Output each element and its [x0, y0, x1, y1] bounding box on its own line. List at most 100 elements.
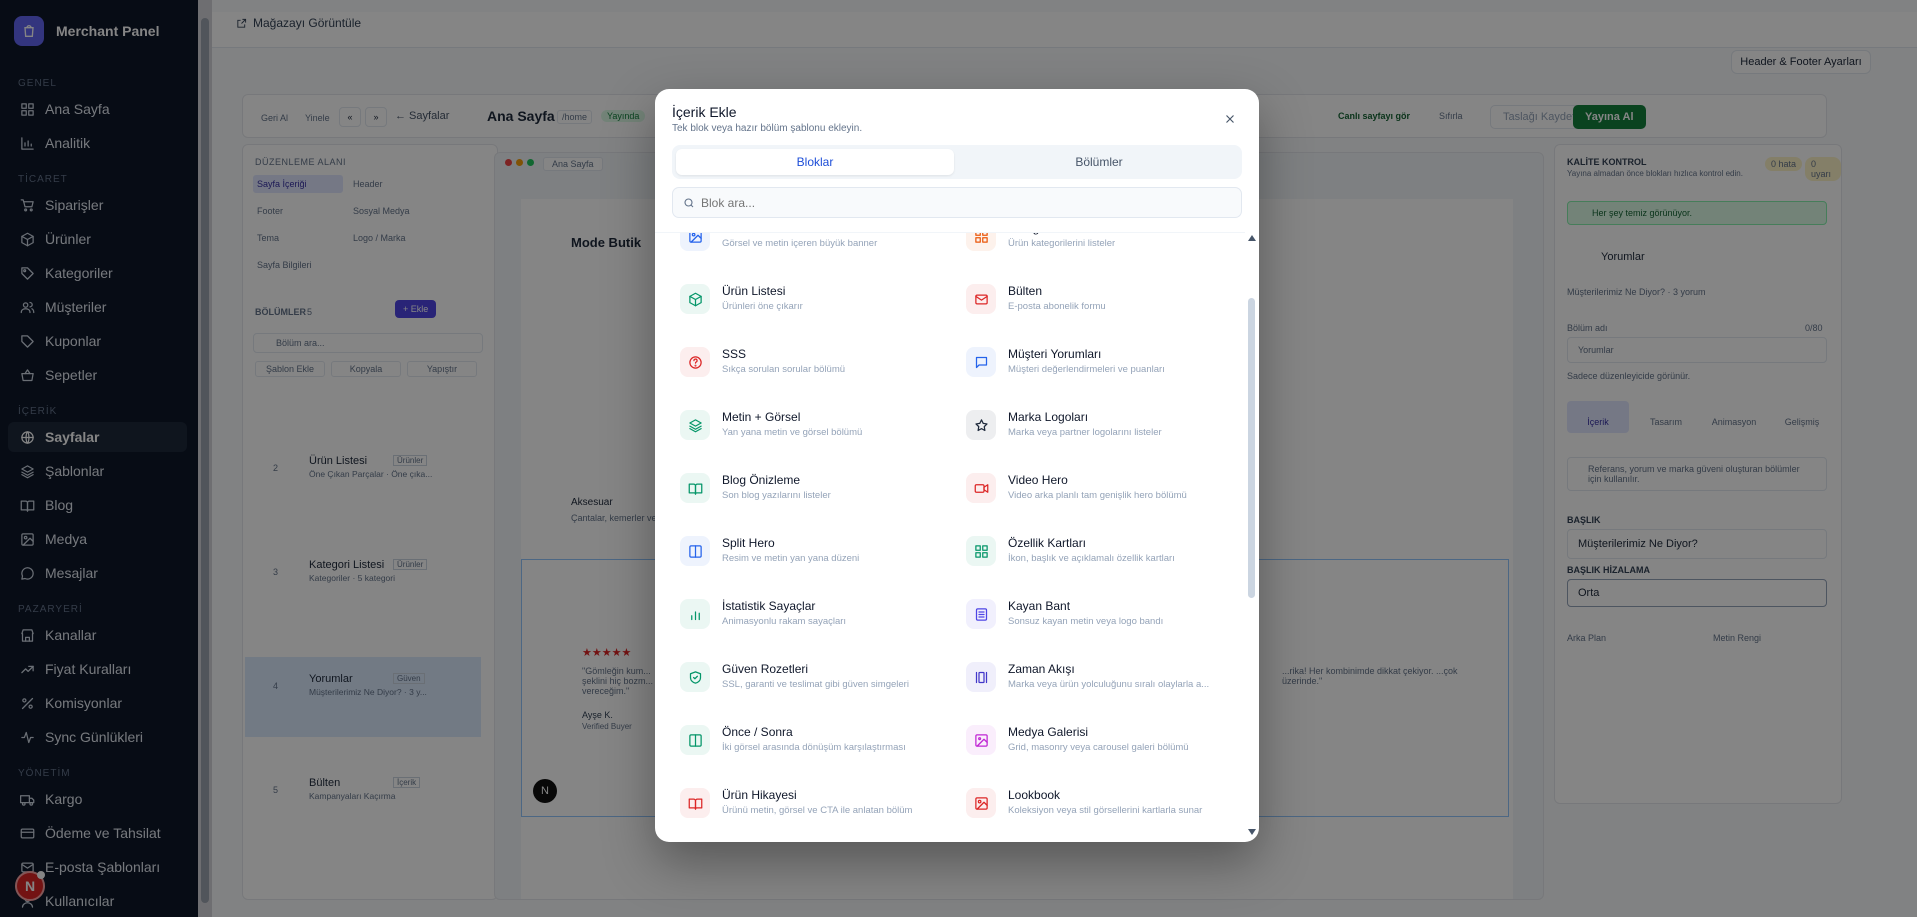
block-title: İstatistik Sayaçlar	[722, 599, 816, 613]
block-icon-box	[966, 536, 996, 566]
block-text: SSS Sıkça sorulan sorular bölümü	[722, 345, 937, 375]
block-desc: Grid, masonry veya carousel galeri bölüm…	[1008, 742, 1189, 753]
modal-title: İçerik Ekle	[672, 104, 737, 120]
block-title: SSS	[722, 347, 747, 361]
block-desc: İkon, başlık ve açıklamalı özellik kartl…	[1008, 553, 1175, 564]
block-desc: Ürün kategorilerini listeler	[1008, 238, 1116, 249]
scroll-up-icon[interactable]	[1248, 235, 1256, 241]
block-title: Kayan Bant	[1008, 599, 1071, 613]
split-icon	[688, 733, 702, 747]
block-item-split-hero[interactable]: Split Hero Resim ve metin yan yana düzeni	[672, 534, 942, 584]
block-item-marka-logolar[interactable]: Marka Logoları Marka veya partner logolar…	[958, 408, 1228, 458]
block-item-kategori-listesi[interactable]: Kategori Listesi Ürün kategorilerini list…	[958, 233, 1228, 269]
block-text: Kategori Listesi Ürün kategorilerini list…	[1008, 233, 1223, 249]
close-icon[interactable]	[1223, 112, 1237, 126]
star-icon	[974, 418, 988, 431]
block-icon-box	[680, 536, 710, 566]
grid-icon	[974, 233, 988, 243]
block-text: Önce / Sonra İki görsel arasında dönüşüm …	[722, 723, 937, 753]
tab-sections-label: Bölümler	[1075, 155, 1123, 169]
block-search	[672, 187, 1242, 218]
block-text: Zaman Akışı Marka veya ürün yolculuğunu s…	[1008, 660, 1223, 690]
block-icon-box	[966, 788, 996, 818]
block-icon-box	[966, 599, 996, 629]
video-icon	[974, 483, 988, 493]
block-item-r-n-listesi[interactable]: Ürün Listesi Ürünleri öne çıkarır	[672, 282, 942, 332]
help-icon	[688, 355, 702, 369]
block-icon-box	[680, 347, 710, 377]
block-item-r-n-hikayesi[interactable]: Ürün Hikayesi Ürünü metin, görsel ve CTA …	[672, 786, 942, 836]
timeline-icon	[975, 671, 987, 683]
block-icon-box	[680, 788, 710, 818]
block-item-banner[interactable]: Banner Görsel ve metin içeren büyük banne…	[672, 233, 942, 269]
modal-subtitle: Tek blok veya hazır bölüm şablonu ekleyi…	[672, 123, 863, 134]
block-title: Blog Önizleme	[722, 473, 801, 487]
comment-icon	[975, 356, 987, 368]
block-desc: Ürünü metin, görsel ve CTA ile anlatan b…	[722, 805, 913, 816]
block-item-metin-g-rsel[interactable]: Metin + Görsel Yan yana metin ve görsel b…	[672, 408, 942, 458]
block-desc: SSL, garanti ve teslimat gibi güven simg…	[722, 679, 909, 690]
block-item-video-hero[interactable]: Video Hero Video arka planlı tam genişlik…	[958, 471, 1228, 521]
block-icon-box	[966, 473, 996, 503]
block-item-zaman-ak[interactable]: Zaman Akışı Marka veya ürün yolculuğunu s…	[958, 660, 1228, 710]
block-icon-box	[966, 725, 996, 755]
block-text: İstatistik Sayaçlar Animasyonlu rakam say…	[722, 597, 937, 627]
grid-icon	[974, 544, 988, 558]
block-desc: Son blog yazılarını listeler	[722, 490, 831, 501]
split-icon	[688, 544, 702, 558]
block-text: Ürün Hikayesi Ürünü metin, görsel ve CTA …	[722, 786, 937, 816]
block-title: Bülten	[1008, 284, 1043, 298]
block-icon-box	[680, 599, 710, 629]
block-item-sss[interactable]: SSS Sıkça sorulan sorular bölümü	[672, 345, 942, 395]
block-text: Bülten E-posta abonelik formu	[1008, 282, 1223, 312]
block-text: Güven Rozetleri SSL, garanti ve teslimat …	[722, 660, 937, 690]
block-icon-box	[966, 410, 996, 440]
block-item-kayan-bant[interactable]: Kayan Bant Sonsuz kayan metin veya logo b…	[958, 597, 1228, 647]
book-icon	[688, 798, 702, 810]
block-text: Müşteri Yorumları Müşteri değerlendirmele…	[1008, 345, 1223, 375]
block-search-input[interactable]	[701, 195, 1221, 210]
block-text: Banner Görsel ve metin içeren büyük banne…	[722, 233, 937, 249]
block-desc: Marka veya partner logolarını listeler	[1008, 427, 1162, 438]
bars-icon	[690, 610, 700, 620]
block-desc: Resim ve metin yan yana düzeni	[722, 553, 860, 564]
block-desc: Video arka planlı tam genişlik hero bölü…	[1008, 490, 1187, 501]
block-desc: Marka veya ürün yolculuğunu sıralı olayl…	[1008, 679, 1210, 690]
scroll-down-icon[interactable]	[1248, 829, 1256, 835]
block-text: Özellik Kartları İkon, başlık ve açıklama…	[1008, 534, 1223, 564]
block-title: Metin + Görsel	[722, 410, 801, 424]
block-icon-box	[966, 284, 996, 314]
block-title: Split Hero	[722, 536, 775, 550]
image-icon	[974, 796, 988, 810]
block-item-medya-galerisi[interactable]: Medya Galerisi Grid, masonry veya carouse…	[958, 723, 1228, 773]
block-title: Zaman Akışı	[1008, 662, 1075, 676]
block-item-lookbook[interactable]: Lookbook Koleksiyon veya stil görsellerin…	[958, 786, 1228, 836]
block-title: Ürün Hikayesi	[722, 788, 797, 802]
modal-tabs: Bloklar Bölümler	[672, 145, 1242, 179]
tab-blocks-label: Bloklar	[796, 155, 834, 169]
block-item-blog-nizleme[interactable]: Blog Önizleme Son blog yazılarını listele…	[672, 471, 942, 521]
block-item-i-statistik-saya-lar[interactable]: İstatistik Sayaçlar Animasyonlu rakam say…	[672, 597, 942, 647]
block-icon-box	[680, 662, 710, 692]
block-text: Video Hero Video arka planlı tam genişlik…	[1008, 471, 1223, 501]
block-title: Marka Logoları	[1008, 410, 1089, 424]
shield-icon	[689, 670, 701, 684]
block-text: Metin + Görsel Yan yana metin ve görsel b…	[722, 408, 937, 438]
tab-blocks[interactable]: Bloklar	[676, 149, 954, 175]
block-desc: Görsel ve metin içeren büyük banner	[722, 238, 878, 249]
tab-sections[interactable]: Bölümler	[960, 149, 1238, 175]
block-title: Banner	[722, 233, 937, 235]
block-item-nce-sonra[interactable]: Önce / Sonra İki görsel arasında dönüşüm …	[672, 723, 942, 773]
scrollbar-thumb[interactable]	[1248, 298, 1255, 598]
block-icon-box	[680, 284, 710, 314]
block-icon-box	[966, 662, 996, 692]
block-icon-box	[680, 233, 710, 251]
block-item-g-ven-rozetleri[interactable]: Güven Rozetleri SSL, garanti ve teslimat …	[672, 660, 942, 710]
block-item-zellik-kartlar[interactable]: Özellik Kartları İkon, başlık ve açıklama…	[958, 534, 1228, 584]
block-text: Split Hero Resim ve metin yan yana düzeni	[722, 534, 937, 564]
block-desc: Sonsuz kayan metin veya logo bandı	[1008, 616, 1164, 627]
block-list-scrollbar[interactable]	[1245, 232, 1259, 842]
block-text: Lookbook Koleksiyon veya stil görsellerin…	[1008, 786, 1223, 816]
block-item-b-lten[interactable]: Bülten E-posta abonelik formu	[958, 282, 1228, 332]
block-item-m-teri-yorumlar[interactable]: Müşteri Yorumları Müşteri değerlendirmele…	[958, 345, 1228, 395]
